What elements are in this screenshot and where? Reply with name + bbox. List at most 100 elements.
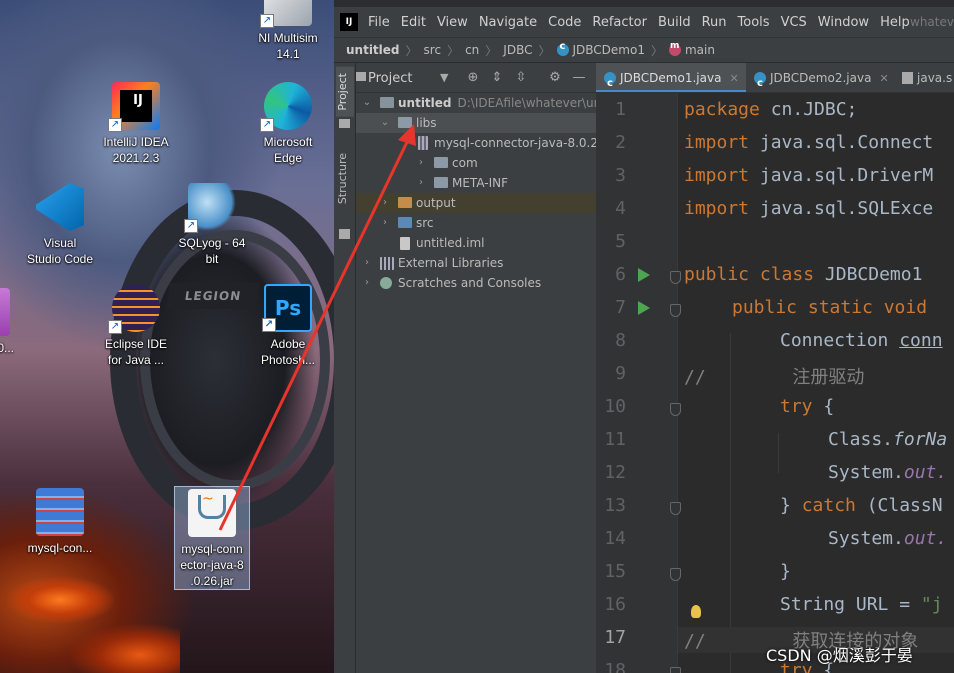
desktop-icon-vscode[interactable]: Visual Studio Code: [20, 183, 100, 267]
tree-item-src[interactable]: › src: [356, 213, 596, 233]
desktop-icon-intellij[interactable]: IJ ↗ IntelliJ IDEA 2021.2.3: [96, 82, 176, 166]
chevron-right-icon[interactable]: ›: [416, 173, 426, 193]
desktop: LEGION ↗ NI Multisim 14.1 IJ ↗ IntelliJ …: [0, 0, 334, 673]
folder-icon: [434, 157, 448, 168]
run-class-icon[interactable]: [638, 268, 650, 282]
intellij-logo-icon: IJ: [340, 13, 358, 31]
chevron-down-icon[interactable]: ⌄: [362, 93, 372, 113]
tab-structure-tool-window[interactable]: Structure: [336, 147, 354, 210]
folder-icon: [398, 197, 412, 208]
chevron-down-icon[interactable]: ▼: [440, 71, 448, 84]
chevron-right-icon[interactable]: ›: [362, 253, 372, 273]
expand-all-icon[interactable]: ⇕: [488, 69, 506, 87]
menu-run[interactable]: Run: [702, 15, 727, 30]
locate-icon[interactable]: ⊕: [464, 69, 482, 87]
desktop-icon-label: 0...: [0, 341, 14, 355]
tree-item-label: META-INF: [452, 176, 509, 190]
chevron-right-icon[interactable]: ›: [380, 193, 390, 213]
menu-edit[interactable]: Edit: [401, 15, 426, 30]
desktop-icon-photoshop[interactable]: Ps ↗ Adobe Photosh...: [248, 284, 328, 368]
collapse-all-icon[interactable]: ⇳: [512, 69, 530, 87]
project-panel-title[interactable]: Project: [368, 71, 412, 86]
close-icon[interactable]: ✕: [879, 72, 888, 85]
desktop-icon-edge[interactable]: ↗ Microsoft Edge: [248, 82, 328, 166]
app-icon: [0, 288, 10, 336]
desktop-icon-label: SQLyog - 64 bit: [178, 236, 246, 266]
desktop-icon-label: mysql-conn ector-java-8 .0.26.jar: [180, 542, 244, 588]
tree-item-label: untitled: [398, 96, 452, 110]
tree-item-scratches[interactable]: › Scratches and Consoles: [356, 273, 596, 293]
editor: JDBCDemo1.java✕ JDBCDemo2.java✕ java.s 1…: [596, 63, 954, 673]
menu-build[interactable]: Build: [658, 15, 691, 30]
tree-item-label: libs: [416, 116, 437, 130]
tree-item-com[interactable]: › com: [356, 153, 596, 173]
tree-item-meta-inf[interactable]: › META-INF: [356, 173, 596, 193]
breadcrumb-class[interactable]: JDBCDemo1: [573, 43, 645, 57]
tab-jdbcdemo2[interactable]: JDBCDemo2.java✕: [746, 63, 894, 92]
desktop-icon-sqlyog[interactable]: ↗ SQLyog - 64 bit: [172, 183, 252, 267]
tree-item-mysql-connector[interactable]: mysql-connector-java-8.0.26: [356, 133, 606, 153]
hide-icon[interactable]: —: [570, 69, 588, 87]
class-icon: [604, 69, 616, 92]
tree-item-iml[interactable]: untitled.iml: [356, 233, 596, 253]
breadcrumb-method[interactable]: main: [685, 43, 715, 57]
tab-project-tool-window[interactable]: Project: [336, 67, 354, 117]
menu-file[interactable]: File: [368, 15, 390, 30]
desktop-icon-mysql-jar[interactable]: ~ mysql-conn ector-java-8 .0.26.jar: [174, 486, 250, 590]
tree-item-label: untitled.iml: [416, 236, 485, 250]
close-icon[interactable]: ✕: [729, 72, 738, 85]
desktop-icon-multisim[interactable]: ↗ NI Multisim 14.1: [248, 0, 328, 62]
chevron-down-icon[interactable]: ⌄: [380, 113, 390, 133]
tab-java-sql[interactable]: java.s: [894, 63, 954, 92]
tree-item-label: External Libraries: [398, 256, 504, 270]
line-number: 14: [604, 528, 626, 549]
line-number: 9: [615, 363, 626, 384]
line-number: 1: [615, 99, 626, 120]
menu-refactor[interactable]: Refactor: [592, 15, 647, 30]
editor-gutter[interactable]: 1 2 3 4 5 6 7 8 9 10 11 12 13 14 15 16 1…: [596, 93, 681, 673]
desktop-icon-eclipse[interactable]: ↗ Eclipse IDE for Java ...: [96, 284, 176, 368]
chevron-right-icon[interactable]: ›: [380, 213, 390, 233]
line-number: 6: [615, 264, 626, 285]
breadcrumb-src[interactable]: src: [424, 43, 442, 57]
line-number: 4: [615, 198, 626, 219]
menu-code[interactable]: Code: [548, 15, 581, 30]
java-jar-icon: ~: [188, 489, 236, 537]
navigation-bar: untitled〉 src〉 cn〉 JDBC〉 JDBCDemo1〉 main: [334, 37, 954, 63]
tree-item-output[interactable]: › output: [356, 193, 596, 213]
tree-item-external-libraries[interactable]: › External Libraries: [356, 253, 596, 273]
code-area[interactable]: package cn.JDBC; import java.sql.Connect…: [678, 93, 954, 673]
tree-item-path: D:\IDEAfile\whatever\unt: [457, 96, 606, 110]
eclipse-icon: ↗: [108, 284, 160, 334]
menu-tools[interactable]: Tools: [738, 15, 770, 30]
desktop-icon-partial[interactable]: 0...: [0, 288, 26, 356]
tree-item-untitled[interactable]: ⌄ untitled D:\IDEAfile\whatever\unt: [356, 93, 606, 113]
tree-item-label: mysql-connector-java-8.0.26: [434, 136, 606, 150]
breadcrumb-cn[interactable]: cn: [465, 43, 479, 57]
menu-window[interactable]: Window: [818, 15, 869, 30]
shortcut-arrow-icon: ↗: [184, 219, 198, 233]
code-line: public static void: [732, 297, 928, 318]
lightbulb-icon[interactable]: [691, 605, 701, 618]
breadcrumb-jdbc[interactable]: JDBC: [503, 43, 532, 57]
chevron-right-icon[interactable]: ›: [362, 273, 372, 293]
line-number: 18: [604, 660, 626, 673]
menu-vcs[interactable]: VCS: [781, 15, 807, 30]
tab-jdbcdemo1[interactable]: JDBCDemo1.java✕: [596, 63, 746, 92]
desktop-icon-mysql-archive[interactable]: mysql-con...: [20, 488, 100, 556]
line-number: 2: [615, 132, 626, 153]
menu-navigate[interactable]: Navigate: [479, 15, 537, 30]
shortcut-arrow-icon: ↗: [108, 118, 122, 132]
run-main-icon[interactable]: [638, 301, 650, 315]
menu-help[interactable]: Help: [880, 15, 910, 30]
chevron-right-icon[interactable]: ›: [416, 153, 426, 173]
tree-item-libs[interactable]: ⌄ libs: [356, 113, 596, 133]
breadcrumb-project[interactable]: untitled: [346, 43, 400, 57]
gear-icon[interactable]: ⚙: [546, 69, 564, 87]
desktop-icon-label: IntelliJ IDEA 2021.2.3: [103, 135, 169, 165]
dolphin-icon: ↗: [184, 183, 236, 233]
code-comment: // 注册驱动: [684, 367, 865, 388]
file-icon: [400, 237, 410, 250]
menu-view[interactable]: View: [437, 15, 468, 30]
jar-icon: [418, 136, 428, 150]
